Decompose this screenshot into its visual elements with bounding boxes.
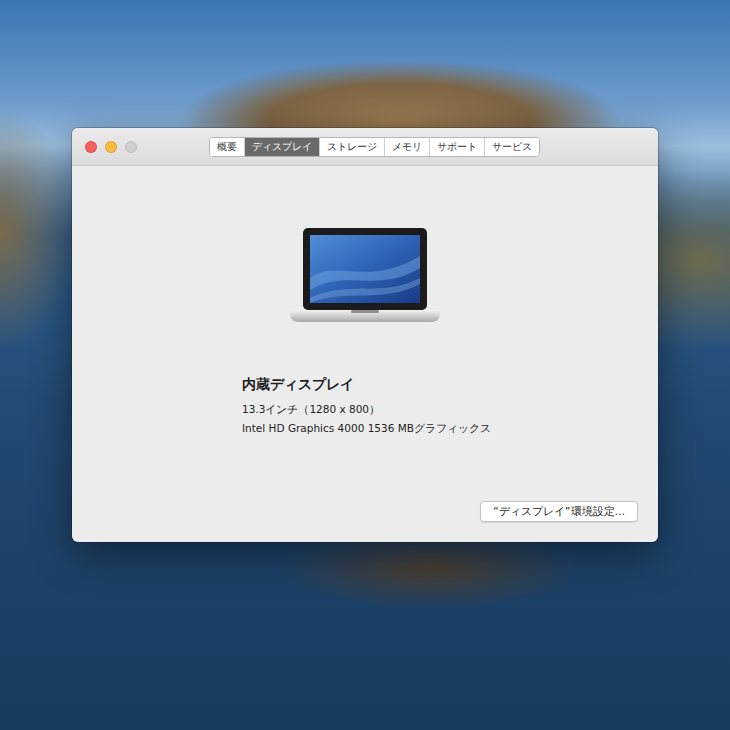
- display-info: 内蔵ディスプレイ 13.3インチ（1280 x 800） Intel HD Grap…: [72, 376, 658, 436]
- tab-bar: 概要ディスプレイストレージメモリサポートサービス: [209, 137, 540, 157]
- about-window: 概要ディスプレイストレージメモリサポートサービス内蔵ディスプレイ 13.3インチ（…: [72, 128, 658, 542]
- tab[interactable]: ディスプレイ: [244, 138, 319, 156]
- window-controls: [85, 141, 137, 153]
- tab[interactable]: ストレージ: [319, 138, 384, 156]
- title-bar: 概要ディスプレイストレージメモリサポートサービス: [72, 128, 658, 166]
- tab[interactable]: メモリ: [384, 138, 429, 156]
- icon-row: [72, 228, 658, 324]
- desktop: 概要ディスプレイストレージメモリサポートサービス内蔵ディスプレイ 13.3インチ（…: [0, 0, 730, 730]
- minimize-button[interactable]: [105, 141, 117, 153]
- display-name: 内蔵ディスプレイ: [242, 376, 658, 394]
- zoom-button: [125, 141, 137, 153]
- tab[interactable]: サポート: [429, 138, 484, 156]
- laptop-icon: [287, 228, 443, 324]
- display-preferences-button[interactable]: “ディスプレイ”環境設定...: [480, 501, 638, 522]
- close-button[interactable]: [85, 141, 97, 153]
- footer: “ディスプレイ”環境設定...: [72, 501, 658, 542]
- display-size: 13.3インチ（1280 x 800）: [242, 403, 658, 417]
- display-graphics: Intel HD Graphics 4000 1536 MBグラフィックス: [242, 422, 658, 436]
- display-panel: 内蔵ディスプレイ 13.3インチ（1280 x 800） Intel HD Grap…: [72, 166, 658, 542]
- tab[interactable]: 概要: [210, 138, 244, 156]
- tab[interactable]: サービス: [484, 138, 539, 156]
